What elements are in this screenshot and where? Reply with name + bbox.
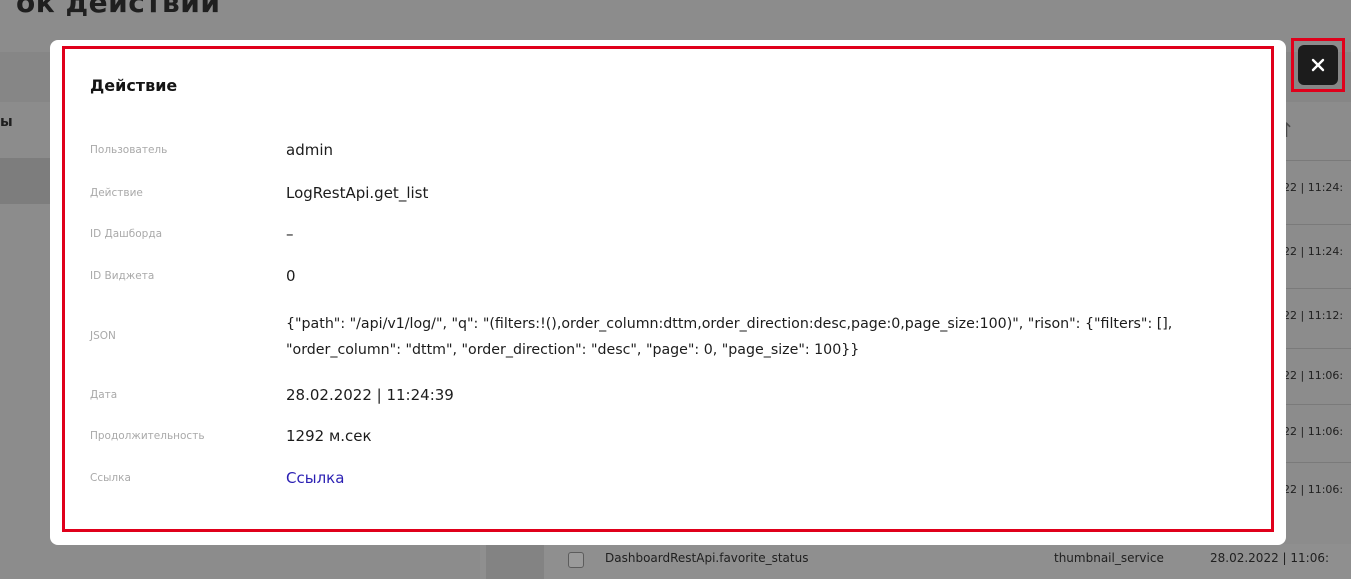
modal-highlight-frame	[62, 46, 1274, 532]
page-title: ок действий	[16, 0, 221, 19]
field-value: 28.02.2022 | 11:24:39	[286, 386, 454, 404]
row-user: thumbnail_service	[1054, 551, 1164, 565]
row-checkbox[interactable]	[568, 552, 584, 568]
field-value: 1292 м.сек	[286, 427, 372, 445]
row-date: 022 | 11:12:	[1276, 309, 1344, 322]
row-date: 022 | 11:06:	[1276, 425, 1344, 438]
row-action: DashboardRestApi.favorite_status	[605, 551, 809, 565]
row-date: 022 | 11:24:	[1276, 181, 1344, 194]
field-label: Пользователь	[90, 144, 168, 156]
field-value: –	[286, 225, 294, 243]
field-label: Продолжительность	[90, 430, 205, 442]
field-value: {"path": "/api/v1/log/", "q": "(filters:…	[286, 316, 1173, 358]
sidebar-selected-item	[0, 158, 52, 204]
field-label: ID Виджета	[90, 270, 155, 282]
modal-title: Действие	[90, 76, 178, 95]
field-label: ID Дашборда	[90, 228, 163, 240]
sidebar-label: ы	[0, 114, 13, 130]
field-label: JSON	[90, 330, 116, 342]
close-icon	[1311, 58, 1325, 72]
field-value: LogRestApi.get_list	[286, 184, 429, 202]
close-button[interactable]	[1298, 45, 1338, 85]
row-date: 022 | 11:24:	[1276, 245, 1344, 258]
table-row-stripe	[486, 544, 544, 579]
field-value: 0	[286, 267, 296, 285]
row-date: 022 | 11:06:	[1276, 369, 1344, 382]
row-date: 28.02.2022 | 11:06:	[1210, 551, 1330, 565]
field-label: Действие	[90, 187, 143, 199]
field-label: Ссылка	[90, 472, 131, 484]
row-date: 022 | 11:06:	[1276, 483, 1344, 496]
field-value: admin	[286, 141, 333, 159]
field-label: Дата	[90, 389, 118, 401]
link-value[interactable]: Ссылка	[286, 469, 344, 487]
